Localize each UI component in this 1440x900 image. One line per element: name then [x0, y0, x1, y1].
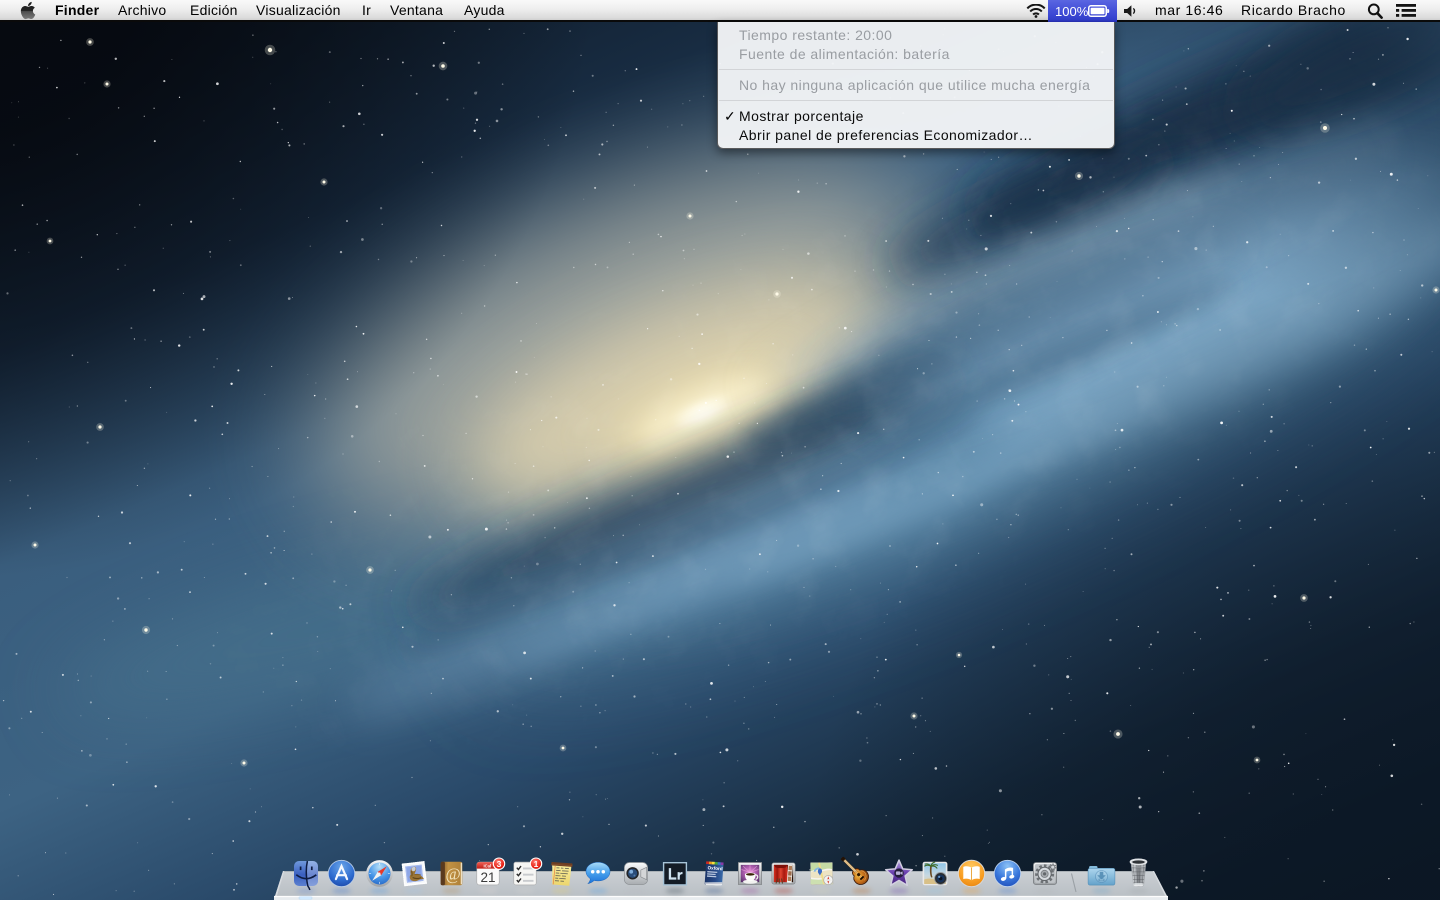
svg-text:Oxford: Oxford — [707, 865, 723, 871]
svg-text:21: 21 — [480, 870, 495, 885]
svg-text:@: @ — [445, 864, 460, 883]
svg-text:1: 1 — [534, 859, 539, 869]
svg-text:3: 3 — [497, 859, 502, 869]
svg-text:iCal: iCal — [483, 863, 491, 868]
